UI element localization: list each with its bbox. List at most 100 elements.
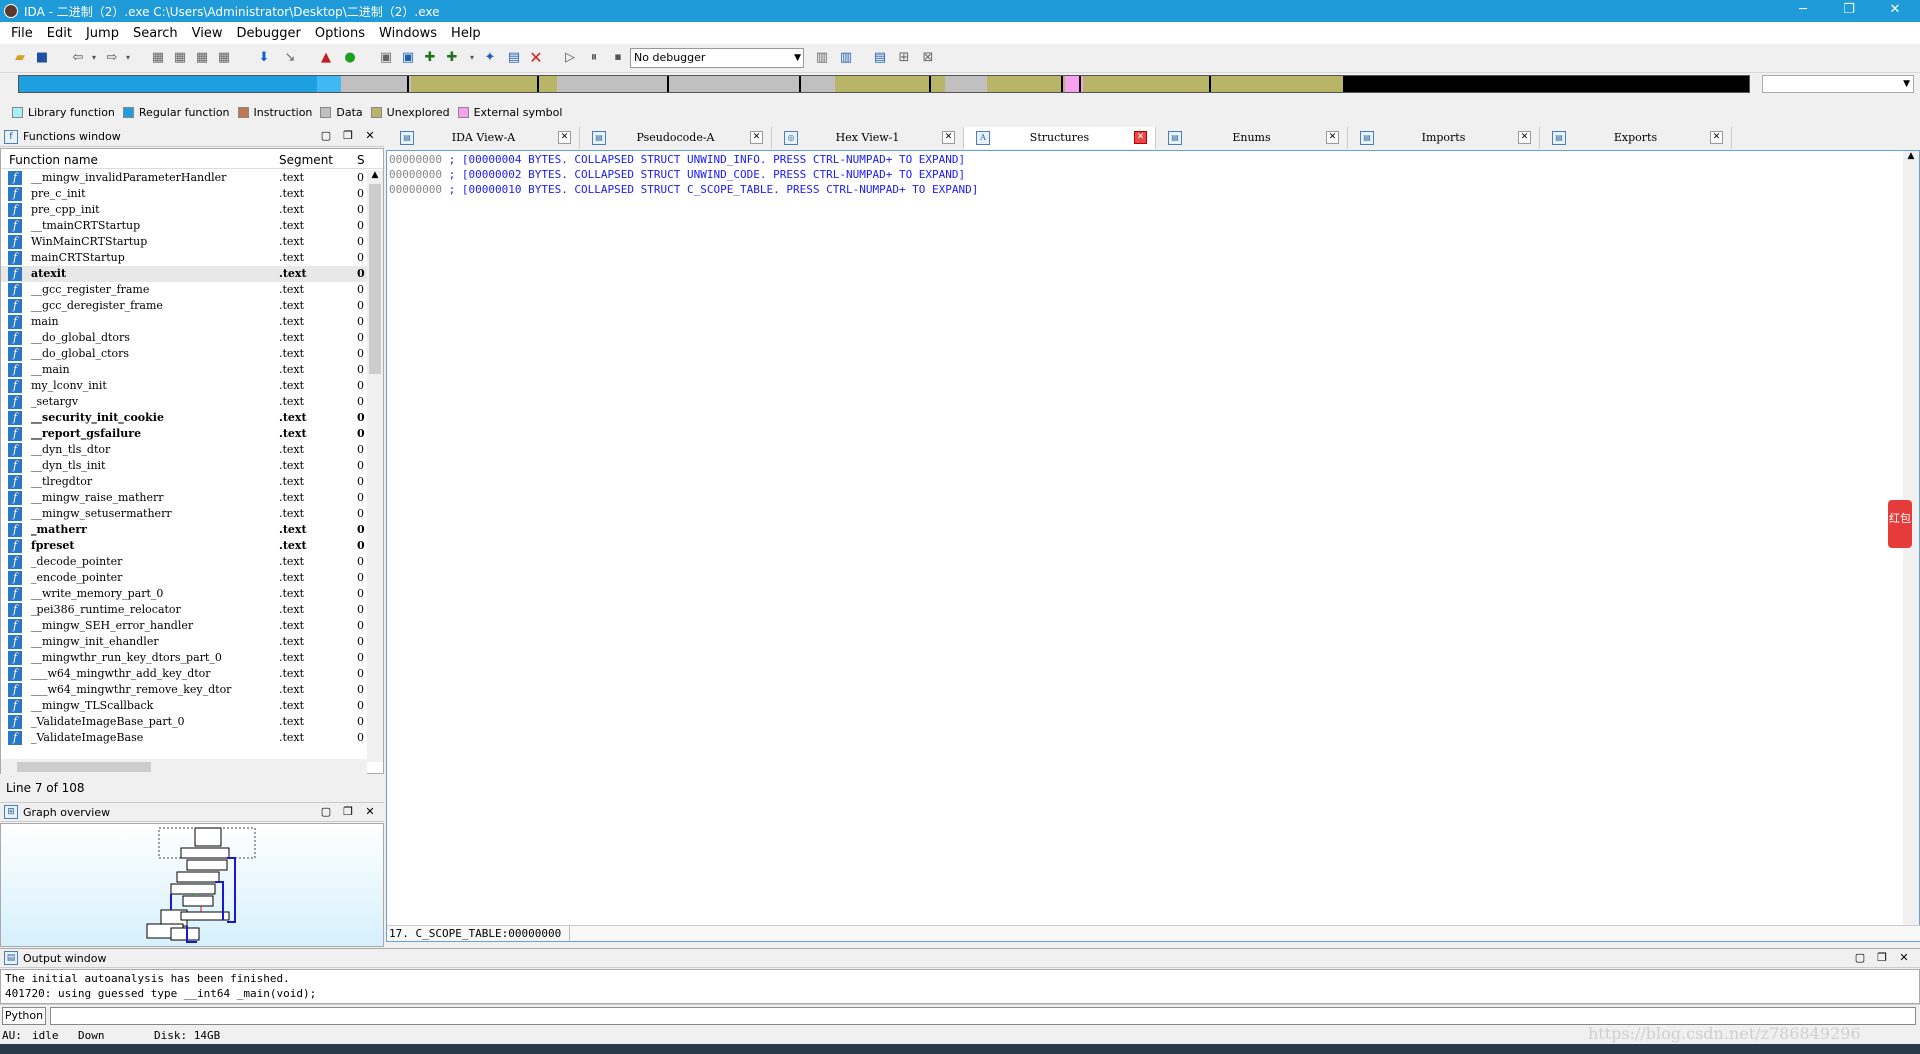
struct-line[interactable]: 00000000 ; [00000004 BYTES. COLLAPSED ST… [389, 153, 965, 166]
function-row[interactable]: f ___w64_mingwthr_add_key_dtor .text 0 [1, 666, 367, 682]
struct-line[interactable]: 00000000 ; [00000002 BYTES. COLLAPSED ST… [389, 168, 965, 181]
close-tab-icon[interactable]: ✕ [558, 131, 571, 144]
close-tab-icon[interactable]: ✕ [942, 131, 955, 144]
red-envelope-badge[interactable]: 红包 [1888, 500, 1912, 548]
function-row[interactable]: f __security_init_cookie .text 0 [1, 410, 367, 426]
function-row[interactable]: f pre_c_init .text 0 [1, 186, 367, 202]
float-panel-button[interactable]: ❐ [340, 805, 356, 818]
function-row[interactable]: f _ValidateImageBase .text 0 [1, 730, 367, 746]
function-row[interactable]: f _ValidateImageBase_part_0 .text 0 [1, 714, 367, 730]
forward-dropdown-icon[interactable]: ▾ [120, 50, 136, 66]
tab-hex-view-1[interactable]: ◎ Hex View-1 ✕ [772, 127, 964, 149]
function-row[interactable]: f __tlregdtor .text 0 [1, 474, 367, 490]
create-icon[interactable]: ✚ [444, 50, 460, 66]
close-panel-button[interactable]: ✕ [1896, 951, 1912, 964]
function-row[interactable]: f __dyn_tls_dtor .text 0 [1, 442, 367, 458]
function-row[interactable]: f __write_memory_part_0 .text 0 [1, 586, 367, 602]
function-row[interactable]: f my_lconv_init .text 0 [1, 378, 367, 394]
graph-icon[interactable]: ▤ [506, 50, 522, 66]
close-tab-icon[interactable]: ✕ [1134, 131, 1147, 144]
menu-debugger[interactable]: Debugger [229, 26, 307, 41]
search-binary-icon[interactable]: ▦ [194, 50, 210, 66]
functions-vertical-scrollbar[interactable]: ▲ [367, 170, 383, 762]
forward-icon[interactable]: ⇨ [104, 50, 120, 66]
python-input[interactable] [50, 1007, 1916, 1025]
menu-windows[interactable]: Windows [372, 26, 444, 41]
close-tab-icon[interactable]: ✕ [1710, 131, 1723, 144]
tab-enums[interactable]: ▤ Enums ✕ [1156, 127, 1348, 149]
function-row[interactable]: f mainCRTStartup .text 0 [1, 250, 367, 266]
add-func-icon[interactable]: ✚ [422, 50, 438, 66]
close-tab-icon[interactable]: ✕ [1518, 131, 1531, 144]
function-row[interactable]: f _decode_pointer .text 0 [1, 554, 367, 570]
column-function-name[interactable]: Function name [9, 153, 98, 167]
function-row[interactable]: f __main .text 0 [1, 362, 367, 378]
search-text-icon[interactable]: ▦ [172, 50, 188, 66]
scroll-up-icon[interactable]: ▲ [1903, 151, 1919, 161]
menu-search[interactable]: Search [126, 26, 185, 41]
function-row[interactable]: f __tmainCRTStartup .text 0 [1, 218, 367, 234]
function-row[interactable]: f main .text 0 [1, 314, 367, 330]
close-tab-icon[interactable]: ✕ [1326, 131, 1339, 144]
function-row[interactable]: f _matherr .text 0 [1, 522, 367, 538]
python-button[interactable]: Python [2, 1007, 46, 1025]
column-segment[interactable]: Segment [279, 153, 333, 167]
stop-icon[interactable]: ⏹ [610, 50, 626, 66]
back-icon[interactable]: ⇦ [70, 50, 86, 66]
tab-structures[interactable]: A Structures ✕ [964, 127, 1156, 149]
function-row[interactable]: f __report_gsfailure .text 0 [1, 426, 367, 442]
function-row[interactable]: f _setargv .text 0 [1, 394, 367, 410]
function-row[interactable]: f __do_global_dtors .text 0 [1, 330, 367, 346]
maximize-panel-button[interactable]: ▢ [318, 129, 334, 142]
function-row[interactable]: f __gcc_register_frame .text 0 [1, 282, 367, 298]
menu-options[interactable]: Options [308, 26, 372, 41]
detach-icon[interactable]: ▥ [838, 50, 854, 66]
structures-view[interactable]: 00000000 ; [00000004 BYTES. COLLAPSED ST… [386, 150, 1920, 942]
float-panel-button[interactable]: ❐ [340, 129, 356, 142]
function-row[interactable]: f __mingw_setusermatherr .text 0 [1, 506, 367, 522]
column-start[interactable]: S [357, 153, 365, 167]
output-window[interactable]: The initial autoanalysis has been finish… [0, 969, 1920, 1004]
tab-imports[interactable]: ▤ Imports ✕ [1348, 127, 1540, 149]
menu-edit[interactable]: Edit [40, 26, 79, 41]
function-row[interactable]: f __mingw_init_ehandler .text 0 [1, 634, 367, 650]
create-dropdown-icon[interactable]: ▾ [464, 50, 480, 66]
function-row[interactable]: f WinMainCRTStartup .text 0 [1, 234, 367, 250]
tab-pseudocode-a[interactable]: ▤ Pseudocode-A ✕ [580, 127, 772, 149]
tab-ida-view-a[interactable]: ▤ IDA View-A ✕ [388, 127, 580, 149]
function-row[interactable]: f __mingw_raise_matherr .text 0 [1, 490, 367, 506]
menu-jump[interactable]: Jump [79, 26, 126, 41]
tab-exports[interactable]: ▤ Exports ✕ [1540, 127, 1732, 149]
close-panel-button[interactable]: ✕ [362, 805, 378, 818]
segment-icon[interactable]: ▣ [378, 50, 394, 66]
function-row[interactable]: f __gcc_deregister_frame .text 0 [1, 298, 367, 314]
close-panel-button[interactable]: ✕ [362, 129, 378, 142]
function-row[interactable]: f __mingw_SEH_error_handler .text 0 [1, 618, 367, 634]
status-green-icon[interactable]: ● [342, 50, 358, 66]
open-icon[interactable]: ▰ [12, 50, 28, 66]
close-tab-icon[interactable]: ✕ [750, 131, 763, 144]
float-panel-button[interactable]: ❐ [1874, 951, 1890, 964]
function-row[interactable]: f __do_global_ctors .text 0 [1, 346, 367, 362]
search-immediate-icon[interactable]: ▦ [216, 50, 232, 66]
jump-down-icon[interactable]: ⬇ [256, 50, 272, 66]
menu-file[interactable]: File [4, 26, 40, 41]
scroll-thumb[interactable] [369, 184, 381, 374]
maximize-panel-button[interactable]: ▢ [318, 805, 334, 818]
save-icon[interactable]: ■ [34, 50, 50, 66]
scroll-up-icon[interactable]: ▲ [367, 170, 383, 180]
function-row[interactable]: f __mingw_invalidParameterHandler .text 0 [1, 170, 367, 186]
debugger-select[interactable]: No debugger ▼ [630, 48, 804, 68]
maximize-panel-button[interactable]: ▢ [1852, 951, 1868, 964]
function-row[interactable]: f __mingw_TLScallback .text 0 [1, 698, 367, 714]
clear-trace-icon[interactable]: ⊠ [920, 50, 936, 66]
close-window-button[interactable]: ✕ [1872, 0, 1918, 22]
plugin-icon[interactable]: ✦ [482, 50, 498, 66]
scroll-thumb[interactable] [17, 762, 151, 772]
function-row[interactable]: f __dyn_tls_init .text 0 [1, 458, 367, 474]
trace-icon[interactable]: ⊞ [896, 50, 912, 66]
menu-view[interactable]: View [185, 26, 230, 41]
function-row[interactable]: f _encode_pointer .text 0 [1, 570, 367, 586]
function-row[interactable]: f fpreset .text 0 [1, 538, 367, 554]
delete-icon[interactable]: ✕ [528, 50, 544, 66]
